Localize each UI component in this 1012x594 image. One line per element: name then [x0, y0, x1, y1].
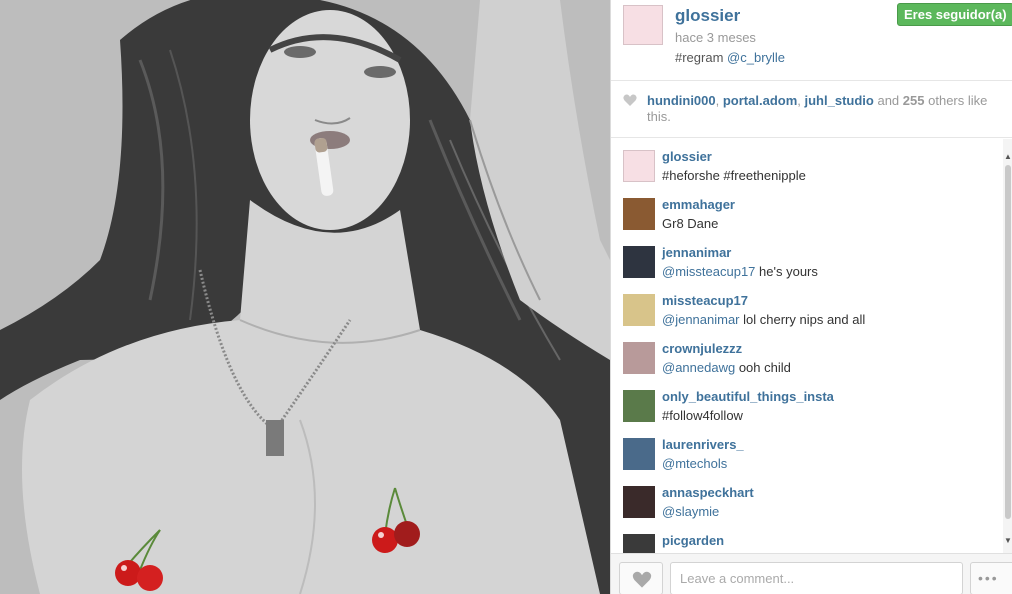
comment-body: #heforshe #freethenipple — [662, 168, 806, 183]
commenter-avatar[interactable] — [623, 198, 655, 230]
post-header: glossier hace 3 meses #regram @c_brylle … — [611, 0, 1012, 81]
commenter-avatar[interactable] — [623, 342, 655, 374]
comment-text: #heforshe #freethenipple — [662, 168, 806, 183]
comment-body: Gr8 Dane — [662, 216, 719, 231]
comment-text: @mtechols — [662, 456, 727, 471]
scroll-down-arrow-icon[interactable]: ▼ — [1004, 537, 1012, 545]
comment-item: glossier #heforshe #freethenipple — [611, 139, 1003, 187]
comment-text: Gr8 Dane — [662, 216, 718, 231]
comment-text: #follow4follow — [662, 408, 743, 423]
likes-separator: , — [715, 93, 723, 108]
commenter-avatar[interactable] — [623, 246, 655, 278]
commenter-avatar[interactable] — [623, 150, 655, 182]
likes-separator: , — [797, 93, 805, 108]
comment-text: @missteacup17 he's yours — [662, 264, 818, 279]
post-detail-panel: glossier hace 3 meses #regram @c_brylle … — [610, 0, 1012, 594]
scroll-up-arrow-icon[interactable]: ▲ — [1004, 153, 1012, 161]
post-photo-illustration — [0, 0, 610, 594]
comment-item: jennanimar @missteacup17 he's yours — [611, 235, 1003, 283]
commenter-username[interactable]: missteacup17 — [662, 293, 748, 308]
more-options-button[interactable]: ••• — [970, 562, 1012, 594]
comment-item: only_beautiful_things_insta #follow4follo… — [611, 379, 1003, 427]
commenter-username[interactable]: picgarden — [662, 533, 724, 548]
commenter-username[interactable]: annaspeckhart — [662, 485, 754, 500]
post-caption: #regram @c_brylle — [675, 50, 785, 65]
comment-text: @annedawg ooh child — [662, 360, 791, 375]
commenter-username[interactable]: crownjulezzz — [662, 341, 742, 356]
owner-avatar[interactable] — [623, 5, 663, 45]
like-button[interactable] — [619, 562, 663, 594]
comment-mention[interactable]: @missteacup17 — [662, 264, 755, 279]
comment-mention[interactable]: @jennanimar — [662, 312, 740, 327]
caption-hashtag[interactable]: #regram — [675, 50, 723, 65]
comment-item: laurenrivers_ @mtechols — [611, 427, 1003, 475]
comment-body: ooh child — [738, 360, 791, 375]
likes-and-text: and — [877, 93, 900, 108]
comment-mention[interactable]: @mtechols — [662, 456, 727, 471]
likes-summary: hundini000, portal.adom, juhl_studio and… — [611, 82, 1012, 138]
commenter-username[interactable]: jennanimar — [662, 245, 731, 260]
liker-link[interactable]: hundini000 — [647, 93, 716, 108]
post-photo[interactable] — [0, 0, 610, 594]
comments-list[interactable]: glossier #heforshe #freethenipple emmahage… — [611, 139, 1003, 553]
liker-link[interactable]: juhl_studio — [805, 93, 874, 108]
comment-body: #follow4follow — [662, 408, 743, 423]
comment-item: emmahager Gr8 Dane — [611, 187, 1003, 235]
commenter-username[interactable]: laurenrivers_ — [662, 437, 744, 452]
comment-text: @jennanimar lol cherry nips and all — [662, 312, 865, 327]
commenter-avatar[interactable] — [623, 534, 655, 553]
commenter-avatar[interactable] — [623, 294, 655, 326]
comment-item: annaspeckhart @slaymie — [611, 475, 1003, 523]
comment-mention[interactable]: @slaymie — [662, 504, 719, 519]
comment-body: he's yours — [759, 264, 818, 279]
comment-item: picgarden — [611, 523, 1003, 553]
comment-input[interactable] — [670, 562, 963, 594]
comment-item: crownjulezzz @annedawg ooh child — [611, 331, 1003, 379]
comments-scrollbar[interactable]: ▲ ▼ — [1003, 139, 1012, 553]
comment-item: missteacup17 @jennanimar lol cherry nips … — [611, 283, 1003, 331]
commenter-avatar[interactable] — [623, 438, 655, 470]
commenter-username[interactable]: emmahager — [662, 197, 735, 212]
commenter-avatar[interactable] — [623, 486, 655, 518]
owner-username[interactable]: glossier — [675, 6, 740, 26]
likes-count[interactable]: 255 — [903, 93, 925, 108]
commenter-avatar[interactable] — [623, 390, 655, 422]
commenter-username[interactable]: only_beautiful_things_insta — [662, 389, 834, 404]
commenter-username[interactable]: glossier — [662, 149, 712, 164]
scrollbar-thumb[interactable] — [1005, 165, 1011, 519]
comment-bar: ••• — [611, 553, 1012, 594]
heart-icon — [623, 94, 637, 106]
comment-text: @slaymie — [662, 504, 719, 519]
liker-link[interactable]: portal.adom — [723, 93, 797, 108]
following-button[interactable]: Eres seguidor(a) — [897, 3, 1012, 26]
post-timestamp: hace 3 meses — [675, 30, 756, 45]
comment-body: lol cherry nips and all — [743, 312, 866, 327]
comment-mention[interactable]: @annedawg — [662, 360, 735, 375]
heart-icon — [632, 571, 652, 588]
caption-mention[interactable]: @c_brylle — [727, 50, 785, 65]
